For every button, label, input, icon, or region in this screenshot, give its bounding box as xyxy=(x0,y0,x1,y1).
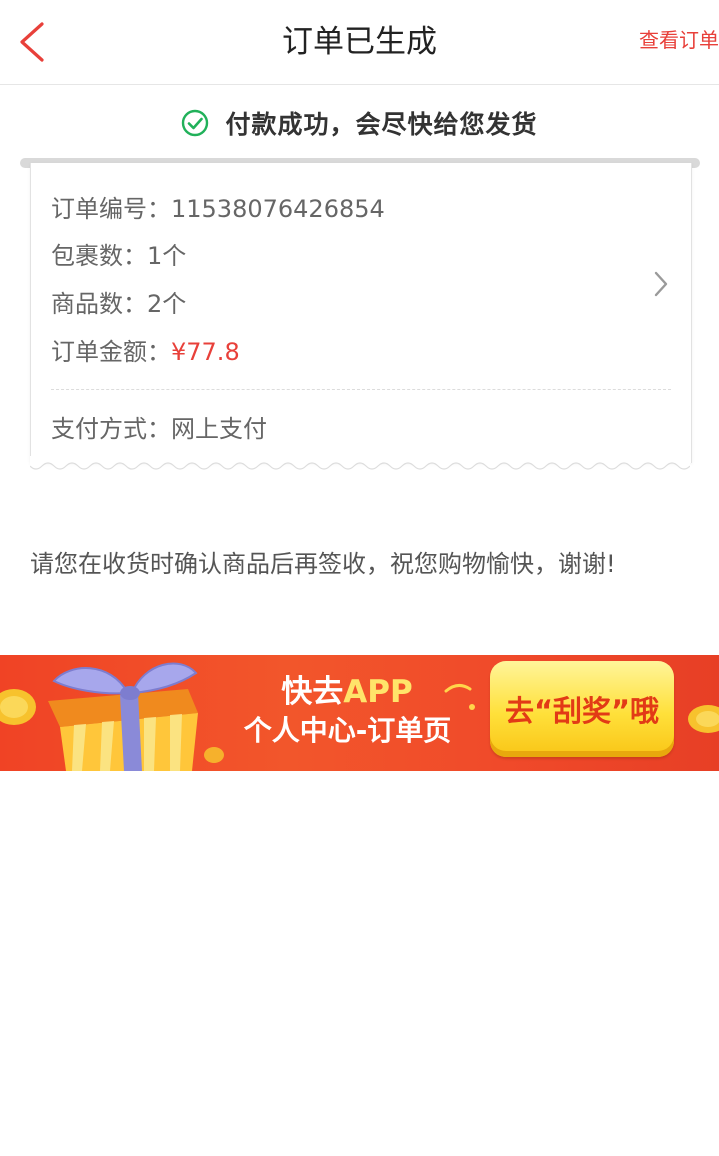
order-number-row: 订单编号：11538076426854 xyxy=(51,192,385,226)
package-count-value: 1个 xyxy=(147,242,187,270)
payment-method-row: 支付方式：网上支付 xyxy=(51,412,267,446)
order-number-label: 订单编号： xyxy=(51,195,171,223)
card-divider xyxy=(51,389,671,390)
package-count-row: 包裹数：1个 xyxy=(51,239,186,273)
gift-box-icon xyxy=(48,662,198,771)
order-number-value: 11538076426854 xyxy=(171,195,385,223)
payment-status: 付款成功，会尽快给您发货 xyxy=(0,104,719,142)
order-amount-label: 订单金额： xyxy=(51,338,171,366)
banner-subline: 个人中心-订单页 xyxy=(243,714,452,747)
view-order-link[interactable]: 查看订单 xyxy=(639,26,719,54)
item-count-row: 商品数：2个 xyxy=(51,287,186,321)
package-count-label: 包裹数： xyxy=(51,242,147,270)
banner-headline-app: APP xyxy=(343,674,413,710)
navigation-bar: 订单已生成 查看订单 xyxy=(0,0,719,85)
promo-banner[interactable]: 快去APP 个人中心-订单页 去“刮奖”哦 xyxy=(0,655,719,771)
banner-headline: 快去APP xyxy=(222,673,472,711)
banner-headline-prefix: 快去 xyxy=(281,674,344,710)
order-amount-row: 订单金额：¥77.8 xyxy=(51,335,240,369)
order-summary-card[interactable]: 订单编号：11538076426854 包裹数：1个 商品数：2个 订单金额：¥… xyxy=(30,163,692,463)
scratch-prize-button[interactable]: 去“刮奖”哦 xyxy=(490,661,674,757)
ticket-wavy-edge xyxy=(30,456,690,470)
delivery-notice: 请您在收货时确认商品后再签收，祝您购物愉快，谢谢! xyxy=(30,550,616,578)
payment-status-text: 付款成功，会尽快给您发货 xyxy=(225,110,538,139)
item-count-label: 商品数： xyxy=(51,290,147,318)
order-amount-value: ¥77.8 xyxy=(171,338,240,366)
item-count-value: 2个 xyxy=(147,290,187,318)
check-circle-icon xyxy=(182,109,209,137)
chevron-right-icon[interactable] xyxy=(651,267,671,301)
page-title: 订单已生成 xyxy=(282,24,437,60)
payment-method-value: 网上支付 xyxy=(171,415,267,443)
payment-method-label: 支付方式： xyxy=(51,415,171,443)
